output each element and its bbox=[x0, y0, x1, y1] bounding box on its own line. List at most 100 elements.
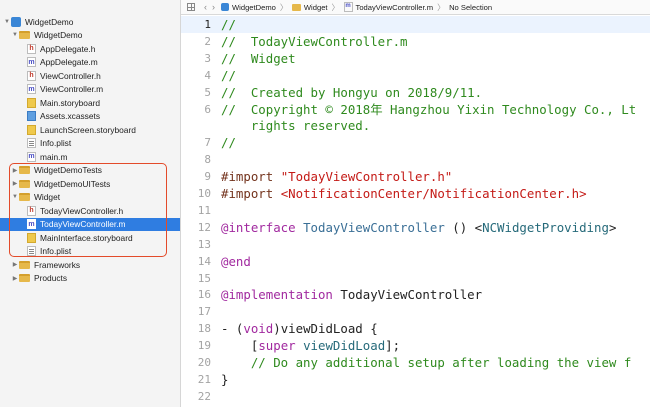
disclosure-triangle-icon[interactable]: ▼ bbox=[11, 32, 19, 38]
navigator-item[interactable]: h AppDelegate.h bbox=[0, 42, 180, 56]
navigator-item-label: Info.plist bbox=[40, 138, 72, 149]
project-icon bbox=[221, 3, 229, 11]
code-line[interactable]: 12 @interface TodayViewController () <NCW… bbox=[181, 219, 650, 236]
code-text: // Do any additional setup after loading… bbox=[221, 355, 631, 370]
navigator-item[interactable]: Info.plist bbox=[0, 137, 180, 151]
code-token: @interface bbox=[221, 219, 304, 235]
code-token: viewDidLoad bbox=[303, 338, 386, 354]
code-line[interactable]: 15 bbox=[181, 270, 650, 287]
disclosure-triangle-icon[interactable]: ▶ bbox=[11, 275, 19, 282]
plist-icon bbox=[27, 246, 36, 257]
navigator-item[interactable]: Assets.xcassets bbox=[0, 110, 180, 124]
code-line[interactable]: 20 // Do any additional setup after load… bbox=[181, 354, 650, 371]
breadcrumb-symbol[interactable]: No Selection bbox=[449, 3, 492, 12]
code-line[interactable]: 5 // Created by Hongyu on 2018/9/11. bbox=[181, 84, 650, 101]
code-text: // bbox=[221, 135, 236, 150]
back-arrow-icon[interactable]: ‹ bbox=[204, 2, 207, 12]
navigator-item[interactable]: ▶ Frameworks bbox=[0, 258, 180, 272]
code-line[interactable]: 6 // Copyright © 2018年 Hangzhou Yixin Tec… bbox=[181, 101, 650, 118]
forward-arrow-icon[interactable]: › bbox=[212, 2, 215, 12]
line-number: 15 bbox=[197, 271, 211, 285]
code-line[interactable]: 17 bbox=[181, 303, 650, 320]
navigator-item[interactable]: h ViewController.h bbox=[0, 69, 180, 83]
code-token: @implementation bbox=[221, 287, 341, 303]
code-token: void bbox=[243, 321, 274, 337]
navigator-item[interactable]: ▶ WidgetDemoTests bbox=[0, 164, 180, 178]
navigator-item[interactable]: ▼ WidgetDemo bbox=[0, 15, 180, 29]
navigator-item-label: ViewController.h bbox=[40, 70, 101, 81]
code-line[interactable]: 4 // bbox=[181, 67, 650, 84]
disclosure-triangle-icon[interactable]: ▼ bbox=[3, 19, 11, 25]
navigator-item[interactable]: m TodayViewController.m bbox=[0, 217, 180, 231]
code-token: () < bbox=[444, 219, 483, 235]
disclosure-triangle-icon[interactable]: ▼ bbox=[11, 194, 19, 200]
navigator-item[interactable]: m ViewController.m bbox=[0, 83, 180, 97]
code-token: // bbox=[221, 135, 236, 151]
code-token: "TodayViewController.h" bbox=[280, 169, 453, 185]
navigator-item-label: WidgetDemo bbox=[34, 30, 83, 41]
disclosure-triangle-icon[interactable]: ▶ bbox=[11, 180, 19, 187]
code-text: // Copyright © 2018年 Hangzhou Yixin Tech… bbox=[221, 100, 636, 118]
code-line[interactable]: 19 [super viewDidLoad]; bbox=[181, 337, 650, 354]
code-line[interactable]: 13 bbox=[181, 236, 650, 253]
navigator-item[interactable]: ▼ WidgetDemo bbox=[0, 29, 180, 43]
h-file-icon: h bbox=[27, 43, 36, 54]
code-token: #import bbox=[221, 169, 281, 185]
navigator-item[interactable]: Main.storyboard bbox=[0, 96, 180, 110]
code-line[interactable]: 10 #import <NotificationCenter/Notificati… bbox=[181, 185, 650, 202]
code-line[interactable]: rights reserved. bbox=[181, 117, 650, 134]
code-token: // Widget bbox=[221, 50, 296, 66]
navigator-item[interactable]: h TodayViewController.h bbox=[0, 204, 180, 218]
code-token: #import bbox=[221, 186, 281, 201]
line-number: 1 bbox=[204, 18, 211, 31]
code-token: @end bbox=[221, 253, 251, 269]
breadcrumb-file[interactable]: TodayViewController.m bbox=[356, 3, 434, 12]
m-file-icon: m bbox=[27, 219, 36, 230]
disclosure-triangle-icon[interactable]: ▶ bbox=[11, 167, 19, 174]
code-text: @interface TodayViewController () <NCWid… bbox=[221, 220, 616, 235]
source-editor: ‹ › WidgetDemo 〉 Widget 〉 m TodayViewCon… bbox=[181, 0, 650, 407]
line-number: 20 bbox=[197, 356, 211, 369]
breadcrumb-project[interactable]: WidgetDemo bbox=[232, 3, 276, 12]
related-items-grid-icon[interactable] bbox=[187, 3, 195, 11]
navigator-item[interactable]: Info.plist bbox=[0, 245, 180, 259]
code-line[interactable]: 2 // TodayViewController.m bbox=[181, 33, 650, 50]
navigator-item[interactable]: m main.m bbox=[0, 150, 180, 164]
code-line[interactable]: 9 #import "TodayViewController.h" bbox=[181, 168, 650, 185]
navigator-item-label: WidgetDemoTests bbox=[34, 165, 102, 176]
breadcrumb-group[interactable]: Widget bbox=[304, 3, 328, 12]
code-line[interactable]: 21} bbox=[181, 371, 650, 388]
folder-icon bbox=[19, 274, 30, 283]
project-navigator: ▼ WidgetDemo ▼ WidgetDemo h AppDelegate.h m App… bbox=[0, 0, 181, 407]
navigator-item[interactable]: ▶ Products bbox=[0, 272, 180, 286]
navigator-item-label: Widget bbox=[34, 192, 61, 203]
navigator-item-label: WidgetDemo bbox=[25, 16, 74, 27]
storyboard-icon bbox=[27, 124, 36, 135]
line-number: 21 bbox=[197, 372, 211, 386]
code-line[interactable]: 16 @implementation TodayViewController bbox=[181, 286, 650, 303]
code-line[interactable]: 11 bbox=[181, 202, 650, 219]
code-line[interactable]: 18 - (void)viewDidLoad { bbox=[181, 320, 650, 337]
code-line[interactable]: 8 bbox=[181, 151, 650, 168]
navigator-item[interactable]: LaunchScreen.storyboard bbox=[0, 123, 180, 137]
navigator-item-label: TodayViewController.h bbox=[40, 205, 124, 216]
folder-icon bbox=[19, 193, 30, 202]
navigator-item[interactable]: MainInterface.storyboard bbox=[0, 231, 180, 245]
code-line[interactable]: 7 // bbox=[181, 134, 650, 151]
breadcrumb-separator: 〉 bbox=[437, 2, 446, 12]
navigator-item[interactable]: m AppDelegate.m bbox=[0, 56, 180, 70]
code-token: <NotificationCenter/NotificationCenter.h… bbox=[280, 186, 587, 201]
navigator-item[interactable]: ▶ WidgetDemoUITests bbox=[0, 177, 180, 191]
disclosure-triangle-icon[interactable]: ▶ bbox=[11, 261, 19, 268]
line-number: 12 bbox=[197, 220, 211, 234]
code-token: // Do any additional setup after loading… bbox=[221, 355, 632, 370]
code-line[interactable]: 22 bbox=[181, 388, 650, 405]
code-line[interactable]: 1 // bbox=[181, 16, 650, 33]
m-file-icon: m bbox=[27, 57, 36, 68]
line-number: 3 bbox=[204, 51, 211, 65]
code-line[interactable]: 14 @end bbox=[181, 253, 650, 270]
breadcrumb-separator: 〉 bbox=[331, 2, 340, 12]
code-token: super bbox=[258, 338, 296, 354]
navigator-item[interactable]: ▼ Widget bbox=[0, 191, 180, 205]
code-line[interactable]: 3 // Widget bbox=[181, 50, 650, 67]
